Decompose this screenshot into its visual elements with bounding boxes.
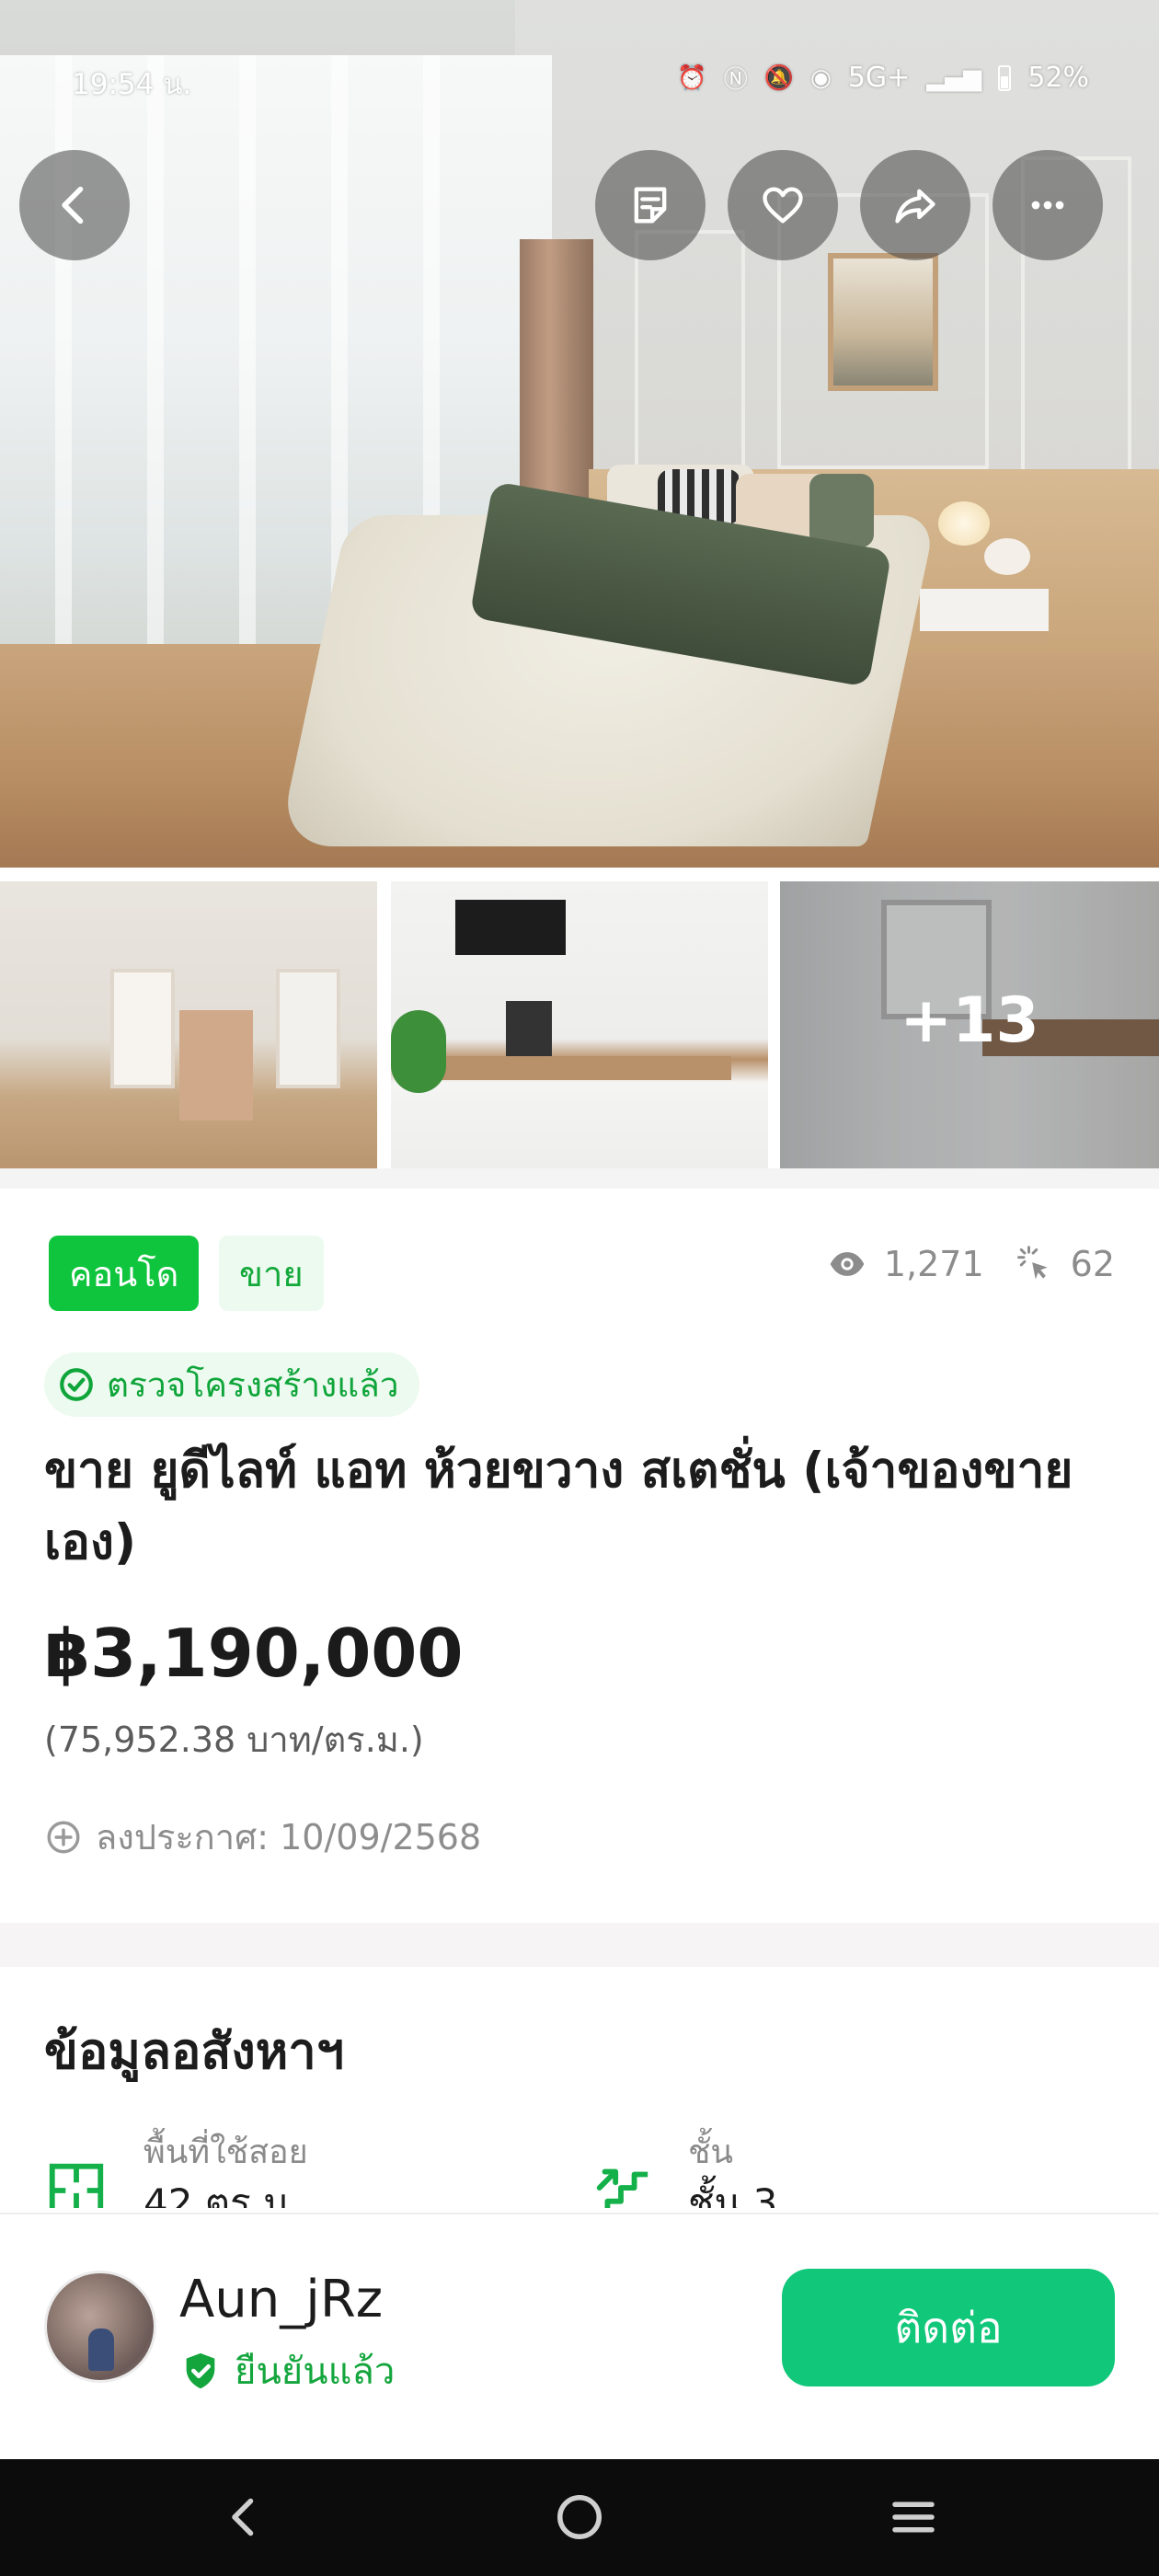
listing-stats: 1,271 62 (827, 1244, 1115, 1284)
more-photos-count: +13 (900, 984, 1039, 1057)
note-button[interactable] (595, 150, 706, 260)
more-button[interactable] (993, 150, 1103, 260)
status-icons: ⏰ Ⓝ 🔕 ◉ 5G+ ▂▄▆ 52% (677, 61, 1089, 95)
note-icon (634, 187, 667, 224)
curtain-fold (147, 55, 164, 699)
listing-price: ฿3,190,000 (44, 1615, 464, 1692)
arrow-left-icon (62, 186, 84, 224)
cursor-click-icon (1016, 1246, 1048, 1280)
structure-verified-label: ตรวจโครงสร้างแล้ว (107, 1364, 399, 1405)
thumb-detail (110, 969, 175, 1088)
thumb-detail (506, 1001, 552, 1056)
heart-icon (763, 187, 803, 224)
battery-icon (998, 64, 1012, 91)
clicks-count: 62 (1070, 1244, 1115, 1284)
nav-home-button[interactable] (543, 2485, 616, 2549)
posted-date: ลงประกาศ: 10/09/2568 (44, 1809, 481, 1865)
attribute-value: 42 ตร.ม. (143, 2180, 302, 2208)
share-icon (895, 189, 935, 224)
hero-lamp (984, 538, 1030, 575)
contact-button[interactable]: ติดต่อ (782, 2269, 1115, 2386)
floorplan-icon (49, 2163, 104, 2208)
seller-verified-label: ยืนยันแล้ว (235, 2351, 396, 2393)
attribute-label: พื้นที่ใช้สอย (143, 2133, 308, 2171)
eye-icon (830, 1252, 865, 1276)
favorite-button[interactable] (728, 150, 838, 260)
status-time: 19:54 น. (72, 68, 192, 101)
nav-back-button[interactable] (207, 2485, 281, 2549)
system-nav-bar (0, 2459, 1159, 2576)
seller-bar: Aun_jRz ยืนยันแล้ว ติดต่อ (0, 2213, 1159, 2459)
price-per-sqm: (75,952.38 บาท/ตร.ม.) (44, 1719, 424, 1760)
shield-check-icon (186, 2352, 215, 2389)
property-info-title: ข้อมูลอสังหาฯ (44, 2022, 345, 2080)
alarm-icon: ⏰ (677, 63, 707, 92)
attribute-label: ชั้น (688, 2133, 734, 2171)
attribute-value: ชั้น 3 (688, 2180, 778, 2208)
gallery-thumbnail[interactable] (391, 881, 768, 1168)
menu-lines-icon (892, 2501, 935, 2533)
property-type-chip: คอนโด (49, 1236, 200, 1311)
chevron-left-icon (232, 2498, 254, 2536)
structure-verified-badge: ตรวจโครงสร้างแล้ว (44, 1352, 419, 1417)
section-divider (0, 1923, 1159, 1967)
seller-verified-badge: ยืนยันแล้ว (179, 2341, 395, 2400)
check-circle-icon (60, 1368, 93, 1401)
hero-wall-art (828, 253, 938, 391)
wall-panel (635, 230, 745, 469)
attribute-floor: ชั้น ชั้น 3 (589, 2125, 1122, 2208)
views-count: 1,271 (883, 1244, 984, 1284)
seller-name[interactable]: Aun_jRz (179, 2270, 383, 2329)
hero-photo[interactable]: 19:54 น. ⏰ Ⓝ 🔕 ◉ 5G+ ▂▄▆ 52% (0, 0, 1159, 868)
curtain-fold (239, 55, 256, 699)
posted-date-label: ลงประกาศ: 10/09/2568 (96, 1817, 482, 1857)
divider (0, 1168, 1159, 1189)
gallery-more-thumbnail[interactable]: +13 (780, 881, 1159, 1168)
more-dots-icon (1031, 201, 1064, 210)
signal-icon: ▂▄▆ (926, 63, 982, 92)
thumb-detail (428, 1056, 731, 1080)
hero-lamp (938, 501, 990, 546)
thumb-detail (391, 1010, 446, 1093)
thumb-detail (276, 969, 340, 1088)
share-button[interactable] (860, 150, 970, 260)
stairs-icon (596, 2168, 648, 2208)
listing-title: ขาย ยูดีไลท์ แอท ห้วยขวาง สเตชั่น (เจ้าข… (44, 1443, 1073, 1570)
attribute-usable-area: พื้นที่ใช้สอย 42 ตร.ม. (44, 2125, 559, 2208)
nfc-icon: Ⓝ (723, 66, 748, 94)
avatar[interactable] (44, 2271, 156, 2383)
pillow (809, 474, 874, 547)
wifi-icon: ◉ (810, 63, 832, 92)
deal-type-chip: ขาย (219, 1236, 324, 1311)
hero-nightstand (920, 589, 1049, 644)
battery-label: 52% (1027, 62, 1089, 94)
back-button[interactable] (19, 150, 130, 260)
thumb-detail (179, 1010, 253, 1121)
thumb-detail (455, 900, 566, 955)
network-label: 5G+ (847, 62, 911, 94)
nav-recents-button[interactable] (877, 2485, 950, 2549)
plus-circle-icon (47, 1821, 80, 1853)
home-circle-icon (557, 2495, 602, 2539)
gallery-thumbnail[interactable] (0, 881, 377, 1168)
mute-icon: 🔕 (763, 63, 795, 92)
